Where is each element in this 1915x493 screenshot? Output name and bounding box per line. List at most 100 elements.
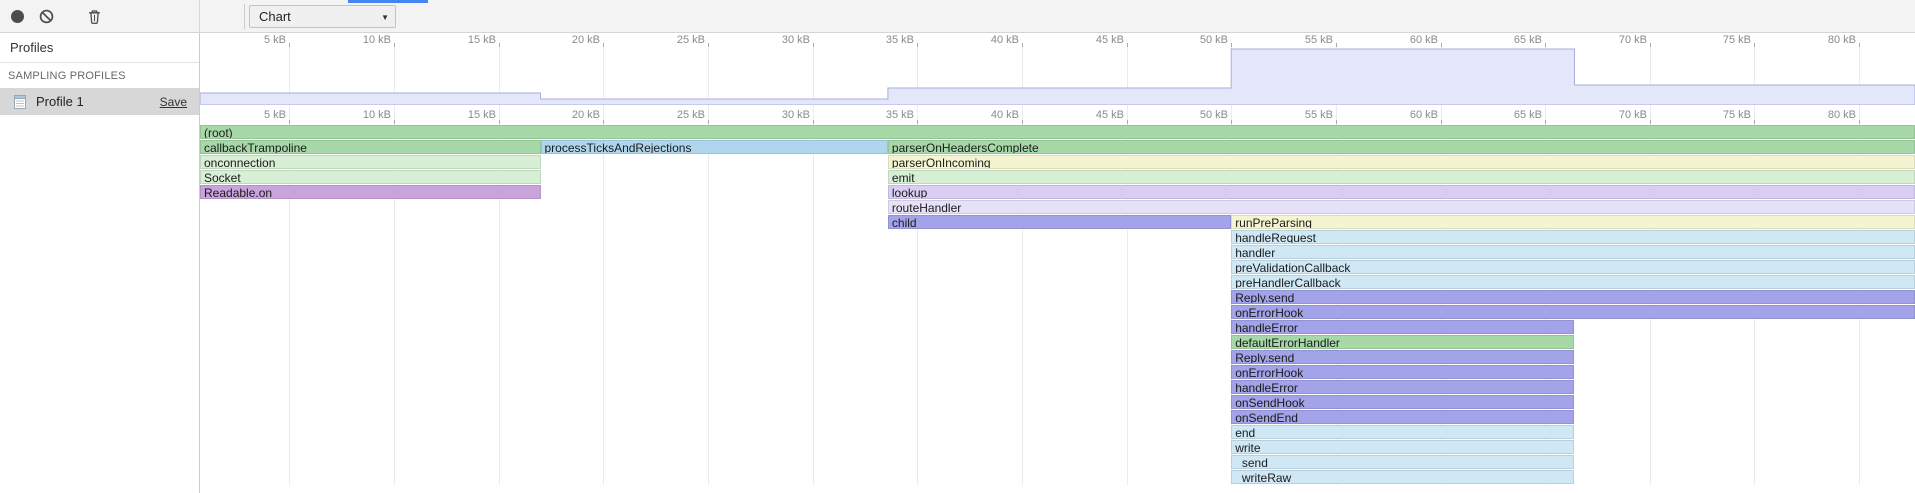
flame-bar-label: parserOnIncoming — [889, 156, 1914, 169]
flame-bar-label: handleError — [1232, 321, 1573, 334]
flame-bar-label: onSendHook — [1232, 396, 1573, 409]
ruler-tick-label: 10 kB — [341, 109, 391, 121]
panel-separator — [199, 0, 200, 33]
flame-bar-onerrorhook[interactable]: onErrorHook — [1231, 365, 1574, 379]
flame-bar-onerrorhook[interactable]: onErrorHook — [1231, 305, 1915, 319]
toolbar: Chart ▼ — [0, 0, 1915, 33]
ruler-tick-mark — [708, 120, 709, 124]
flame-bar-socket[interactable]: Socket — [200, 170, 541, 184]
ruler-tick-label: 40 kB — [969, 109, 1019, 121]
flame-bar-reply-send[interactable]: Reply.send — [1231, 350, 1574, 364]
flame-bar-onsendhook[interactable]: onSendHook — [1231, 395, 1574, 409]
overview-silhouette — [200, 49, 1915, 105]
flame-bar-label: lookup — [889, 186, 1914, 199]
flame-bar-callbacktrampoline[interactable]: callbackTrampoline — [200, 140, 541, 154]
flame-chart-pane: 5 kB 10 kB 15 kB 20 kB 25 kB 30 kB 35 kB 40 kB 4… — [200, 33, 1915, 493]
chart-view-select[interactable]: Chart ▼ — [249, 5, 396, 28]
ruler-top[interactable]: 5 kB10 kB15 kB20 kB25 kB30 kB35 kB40 kB4… — [200, 33, 1915, 47]
flame-bar-onconnection[interactable]: onconnection — [200, 155, 541, 169]
ruler-tick-mark — [1336, 120, 1337, 124]
circle-slash-icon — [38, 8, 55, 25]
chevron-down-icon: ▼ — [381, 13, 389, 22]
flame-bar-handleerror[interactable]: handleError — [1231, 380, 1574, 394]
record-icon — [11, 10, 24, 23]
flame-bar-end[interactable]: end — [1231, 425, 1574, 439]
flame-bar-label: Reply.send — [1232, 291, 1914, 304]
flame-bar-send[interactable]: _send — [1231, 455, 1574, 469]
ruler-tick-label: 55 kB — [1283, 34, 1333, 46]
flame-bar-routehandler[interactable]: routeHandler — [888, 200, 1915, 214]
flame-bar-root[interactable]: (root) — [200, 125, 1915, 139]
ruler-tick-mark — [1441, 120, 1442, 124]
ruler-tick-mark — [1650, 120, 1651, 124]
ruler-tick-label: 35 kB — [864, 109, 914, 121]
ruler-tick-label: 60 kB — [1388, 34, 1438, 46]
profile-icon — [12, 94, 28, 110]
flame-bar-lookup[interactable]: lookup — [888, 185, 1915, 199]
ruler-tick-mark — [1231, 120, 1232, 124]
ruler-tick-label: 40 kB — [969, 34, 1019, 46]
flame-bar-onsendend[interactable]: onSendEnd — [1231, 410, 1574, 424]
ruler-tick-label: 20 kB — [550, 109, 600, 121]
ruler-tick-label: 80 kB — [1806, 34, 1856, 46]
flame-bar-parseronheaderscomplete[interactable]: parserOnHeadersComplete — [888, 140, 1915, 154]
ruler-tick-label: 65 kB — [1492, 34, 1542, 46]
profile-name: Profile 1 — [36, 94, 160, 109]
flame-bar-label: _send — [1232, 456, 1573, 469]
clear-all-button[interactable] — [38, 8, 55, 25]
flame-bar-prehandlercallback[interactable]: preHandlerCallback — [1231, 275, 1915, 289]
flame-bar-label: callbackTrampoline — [201, 141, 540, 154]
flame-bar-defaulterrorhandler[interactable]: defaultErrorHandler — [1231, 335, 1574, 349]
ruler-tick-label: 15 kB — [446, 109, 496, 121]
ruler-tick-mark — [1859, 120, 1860, 124]
flame-bar-handlerequest[interactable]: handleRequest — [1231, 230, 1915, 244]
flame-bar-label: onSendEnd — [1232, 411, 1573, 424]
flame-bar-readable-on[interactable]: Readable.on — [200, 185, 541, 199]
flame-bar-writeraw[interactable]: _writeRaw — [1231, 470, 1574, 484]
flame-bar-label: Socket — [201, 171, 540, 184]
flame-bar-child[interactable]: child — [888, 215, 1231, 229]
ruler-bottom[interactable]: 5 kB10 kB15 kB20 kB25 kB30 kB35 kB40 kB4… — [200, 105, 1915, 124]
delete-profile-button[interactable] — [86, 8, 103, 25]
flame-bar-processticksandrejections[interactable]: processTicksAndRejections — [541, 140, 888, 154]
ruler-tick-label: 35 kB — [864, 34, 914, 46]
toolbar-separator — [244, 4, 245, 29]
flame-bar-reply-send[interactable]: Reply.send — [1231, 290, 1915, 304]
flame-bar-label: _writeRaw — [1232, 471, 1573, 484]
flame-bar-label: processTicksAndRejections — [542, 141, 887, 154]
flame-bar-parseronincoming[interactable]: parserOnIncoming — [888, 155, 1915, 169]
ruler-tick-label: 50 kB — [1178, 109, 1228, 121]
record-button[interactable] — [9, 8, 26, 25]
ruler-tick-mark — [813, 120, 814, 124]
ruler-tick-mark — [1127, 120, 1128, 124]
ruler-tick-label: 25 kB — [655, 109, 705, 121]
profile-list-item[interactable]: Profile 1 Save — [0, 88, 199, 115]
flame-bar-handler[interactable]: handler — [1231, 245, 1915, 259]
ruler-tick-label: 15 kB — [446, 34, 496, 46]
flame-bar-label: child — [889, 216, 1230, 229]
ruler-tick-label: 75 kB — [1701, 109, 1751, 121]
chart-view-select-value: Chart — [250, 6, 395, 24]
ruler-tick-label: 30 kB — [760, 34, 810, 46]
ruler-tick-label: 70 kB — [1597, 34, 1647, 46]
ruler-tick-label: 60 kB — [1388, 109, 1438, 121]
ruler-tick-label: 5 kB — [236, 109, 286, 121]
ruler-tick-mark — [1022, 120, 1023, 124]
save-profile-link[interactable]: Save — [160, 95, 187, 109]
flame-bar-prevalidationcallback[interactable]: preValidationCallback — [1231, 260, 1915, 274]
ruler-tick-label: 45 kB — [1074, 34, 1124, 46]
flame-bar-handleerror[interactable]: handleError — [1231, 320, 1574, 334]
ruler-tick-label: 65 kB — [1492, 109, 1542, 121]
flame-bar-label: write_ — [1232, 441, 1573, 454]
flame-bar-emit[interactable]: emit — [888, 170, 1915, 184]
ruler-tick-label: 75 kB — [1701, 34, 1751, 46]
ruler-tick-mark — [499, 120, 500, 124]
flame-bar-label: preValidationCallback — [1232, 261, 1914, 274]
flame-bar-label: onconnection — [201, 156, 540, 169]
flame-bar-write[interactable]: write_ — [1231, 440, 1574, 454]
flame-bar-runpreparsing[interactable]: runPreParsing — [1231, 215, 1915, 229]
overview-timeline[interactable] — [200, 47, 1915, 105]
ruler-tick-mark — [603, 120, 604, 124]
flame-bar-label: preHandlerCallback — [1232, 276, 1914, 289]
flame-bar-label: emit — [889, 171, 1914, 184]
